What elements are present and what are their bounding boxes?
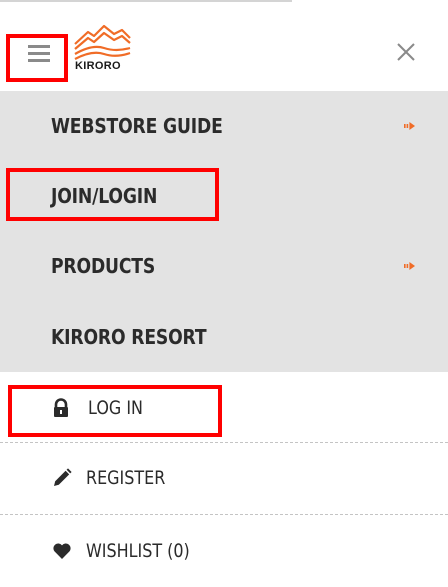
nav-item-label: JOIN/LOGIN [51,184,158,208]
nav-item-label: KIRORO RESORT [51,324,207,349]
hamburger-menu-icon [28,45,50,48]
heart-icon [53,543,71,559]
nav-item-kiroro-resort[interactable]: KIRORO RESORT [0,301,448,372]
close-button[interactable] [392,38,420,66]
lock-icon [54,398,68,417]
mountain-logo-icon [74,24,131,60]
hamburger-bar [28,52,50,55]
submenu-arrow-icon[interactable] [404,262,416,270]
pencil-icon [54,468,72,486]
account-item-label: REGISTER [86,467,166,489]
nav-item-join-login[interactable]: JOIN/LOGIN [0,161,448,231]
nav-item-label: WEBSTORE GUIDE [51,114,223,138]
main-nav-menu: WEBSTORE GUIDE JOIN/LOGIN PRODUCTS KIROR… [0,91,448,372]
brand-name: KIRORO [75,60,121,72]
account-item-wishlist[interactable]: WISHLIST (0) [0,514,448,587]
account-item-label: LOG IN [88,397,143,419]
nav-item-products[interactable]: PRODUCTS [0,231,448,301]
account-item-register[interactable]: REGISTER [0,443,448,513]
kiroro-logo[interactable]: KIRORO [72,24,136,78]
nav-item-label: PRODUCTS [51,254,156,278]
account-item-label: WISHLIST (0) [86,539,190,562]
hamburger-bar [28,59,50,62]
close-icon [397,43,415,61]
submenu-arrow-icon[interactable] [404,122,416,130]
nav-item-webstore-guide[interactable]: WEBSTORE GUIDE [0,91,448,161]
header: KIRORO [0,2,448,91]
account-item-log-in[interactable]: LOG IN [0,372,448,442]
menu-toggle-button[interactable] [6,34,68,82]
